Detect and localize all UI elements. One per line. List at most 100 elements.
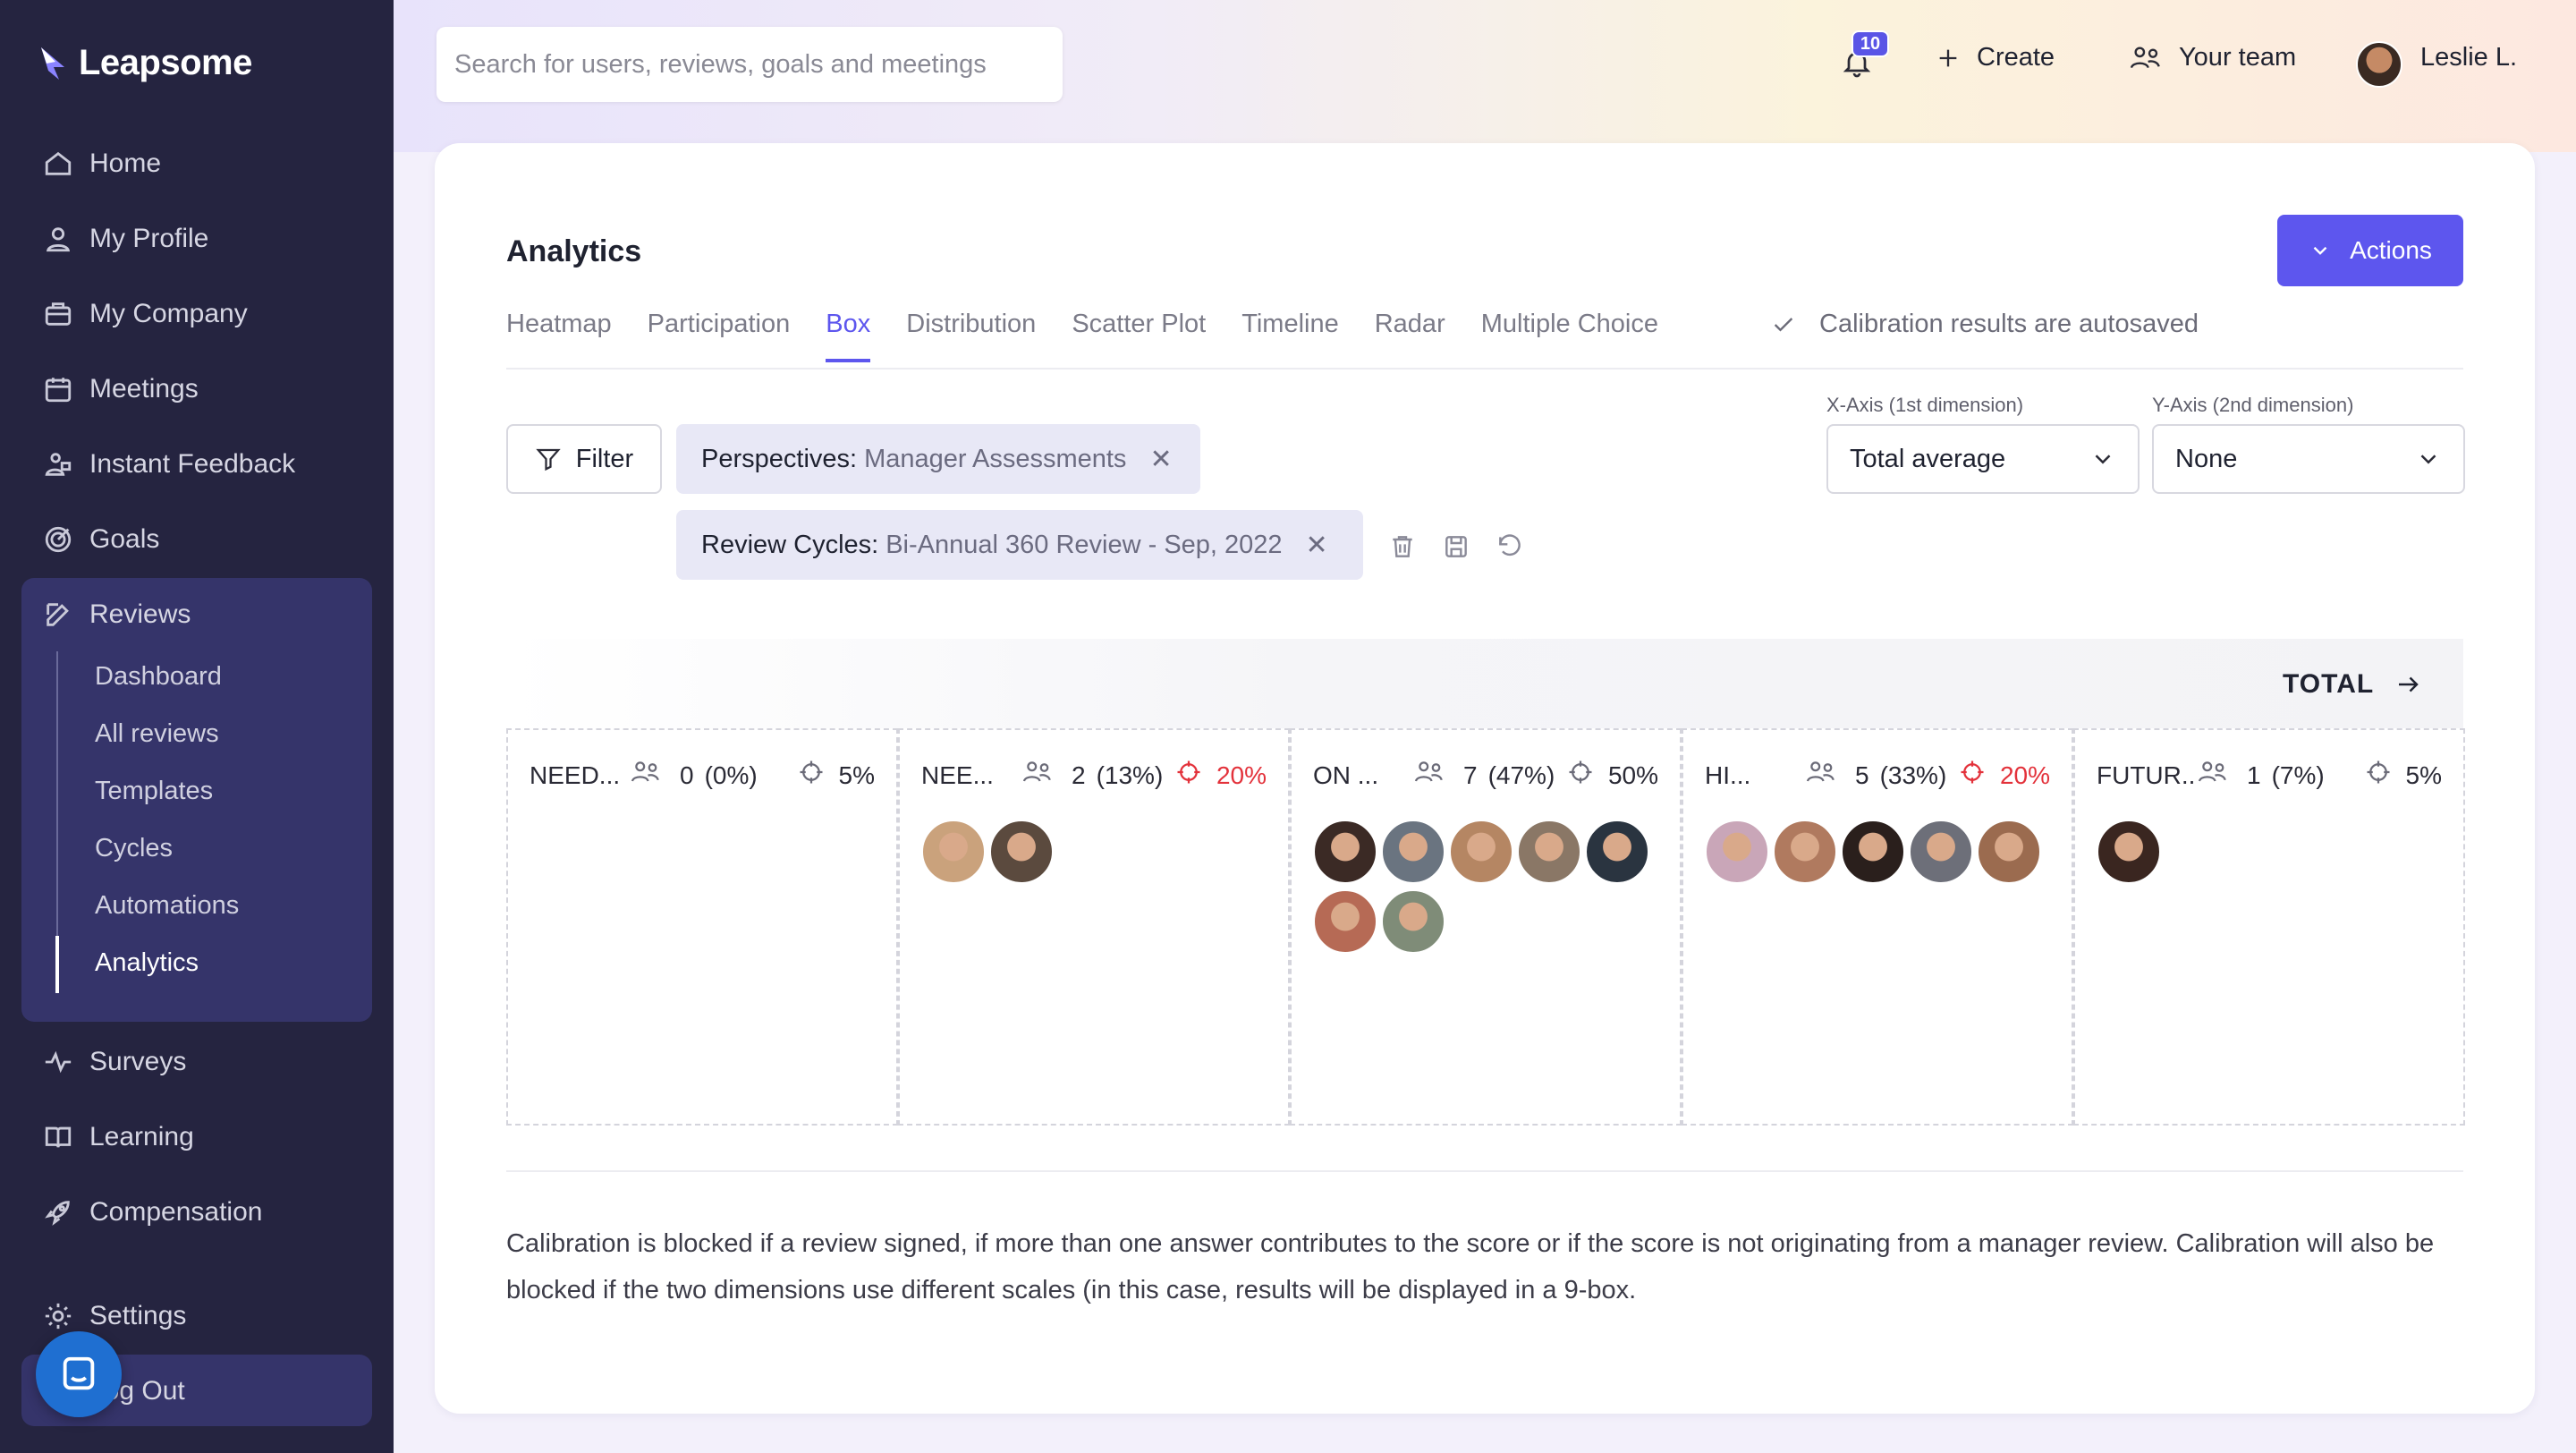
calibration-box[interactable]: ON ... 7 (47%) 50% <box>1290 728 1682 1126</box>
employee-avatar[interactable] <box>2097 820 2161 884</box>
tab-scatter-plot[interactable]: Scatter Plot <box>1072 310 1206 362</box>
sidebar-item-compensation[interactable]: Compensation <box>43 1190 262 1235</box>
employee-avatar[interactable] <box>921 820 986 884</box>
actions-button[interactable]: Actions <box>2277 215 2463 286</box>
employee-avatar[interactable] <box>1773 820 1837 884</box>
sidebar-item-label: Surveys <box>89 1047 187 1076</box>
save-filter-button[interactable] <box>1442 531 1470 566</box>
filter-chip-review-cycles[interactable]: Review Cycles: Bi-Annual 360 Review - Se… <box>676 510 1363 580</box>
box-label: ON ... <box>1313 760 1379 789</box>
box-percent: (0%) <box>704 760 758 789</box>
employee-avatar[interactable] <box>1909 820 1973 884</box>
sidebar-item-settings[interactable]: Settings <box>43 1294 186 1338</box>
group-icon <box>630 759 662 792</box>
box-avatars <box>2097 820 2454 884</box>
employee-avatar[interactable] <box>1705 820 1769 884</box>
user-icon <box>46 227 71 252</box>
user-avatar[interactable] <box>2356 41 2402 88</box>
x-axis-label: X-Axis (1st dimension) <box>1826 394 2024 416</box>
sidebar-item-label: My Company <box>89 299 248 328</box>
employee-avatar[interactable] <box>1313 889 1377 954</box>
tab-box[interactable]: Box <box>826 310 870 362</box>
crosshair-icon <box>2365 759 2392 792</box>
box-header: NEED... 0 (0%) 5% <box>530 759 875 792</box>
total-link[interactable]: TOTAL <box>2283 669 2422 700</box>
subitem-templates[interactable]: Templates <box>95 777 213 806</box>
calendar-icon <box>45 378 72 403</box>
your-team-label: Your team <box>2179 43 2297 72</box>
employee-avatar[interactable] <box>1449 820 1513 884</box>
leapsome-logo[interactable]: Leapsome <box>38 43 252 83</box>
tab-multiple-choice[interactable]: Multiple Choice <box>1481 310 1658 362</box>
tabs-divider <box>506 368 2463 370</box>
box-target-value: 5% <box>838 760 875 789</box>
box-count: 5 <box>1855 760 1869 789</box>
subitem-all-reviews[interactable]: All reviews <box>95 719 219 749</box>
y-axis-select[interactable]: None <box>2152 424 2465 494</box>
tab-participation[interactable]: Participation <box>648 310 791 362</box>
box-target: 5% <box>798 759 875 792</box>
tab-radar[interactable]: Radar <box>1375 310 1445 362</box>
chat-launcher-button[interactable] <box>36 1331 122 1417</box>
employee-avatar[interactable] <box>1381 889 1445 954</box>
undo-icon <box>1499 534 1521 557</box>
subitem-dashboard[interactable]: Dashboard <box>95 662 222 692</box>
reset-filter-button[interactable] <box>1496 531 1524 566</box>
sidebar-item-home[interactable]: Home <box>43 141 161 186</box>
filter-chip-perspectives[interactable]: Perspectives: Manager Assessments ✕ <box>676 424 1200 494</box>
sidebar-item-goals[interactable]: Goals <box>43 517 159 562</box>
your-team-button[interactable]: Your team <box>2129 43 2296 72</box>
filter-icon <box>536 448 561 472</box>
calibration-box[interactable]: NEE... 2 (13%) 20% <box>898 728 1290 1126</box>
subitem-cycles[interactable]: Cycles <box>95 834 173 863</box>
employee-avatar[interactable] <box>1585 820 1649 884</box>
subitem-analytics[interactable]: Analytics <box>95 948 199 978</box>
subitem-automations[interactable]: Automations <box>95 891 239 921</box>
sidebar-item-my-profile[interactable]: My Profile <box>43 217 208 261</box>
box-target-value: 50% <box>1607 760 1658 789</box>
plus-icon <box>1939 49 1957 66</box>
autosave-status: Calibration results are autosaved <box>1771 310 2199 339</box>
box-header: ON ... 7 (47%) 50% <box>1313 759 1658 792</box>
box-label: HI... <box>1705 760 1751 789</box>
employee-avatar[interactable] <box>1841 820 1905 884</box>
sidebar-item-label: Learning <box>89 1122 194 1151</box>
calibration-box[interactable]: HI... 5 (33%) 20% <box>1682 728 2073 1126</box>
tab-timeline[interactable]: Timeline <box>1241 310 1339 362</box>
sidebar-item-surveys[interactable]: Surveys <box>43 1040 186 1084</box>
sidebar-item-label: Home <box>89 149 162 178</box>
crosshair-icon <box>1959 759 1986 792</box>
create-button[interactable]: Create <box>1936 43 2055 72</box>
search-input[interactable] <box>454 49 1063 80</box>
sidebar-item-meetings[interactable]: Meetings <box>43 367 199 412</box>
box-target: 50% <box>1567 759 1658 792</box>
global-search[interactable] <box>436 27 1063 102</box>
user-menu[interactable]: Leslie L. <box>2420 43 2517 72</box>
actions-label: Actions <box>2350 236 2432 264</box>
calibration-box[interactable]: NEED... 0 (0%) 5% <box>506 728 898 1126</box>
logo-mark-icon <box>41 47 64 80</box>
tab-distribution[interactable]: Distribution <box>906 310 1036 362</box>
home-icon <box>45 151 72 175</box>
box-label: NEED... <box>530 760 621 789</box>
employee-avatar[interactable] <box>989 820 1054 884</box>
employee-avatar[interactable] <box>1313 820 1377 884</box>
sidebar-item-my-company[interactable]: My Company <box>43 292 248 336</box>
sidebar-item-learning[interactable]: Learning <box>43 1115 194 1160</box>
close-icon[interactable]: ✕ <box>1149 444 1172 475</box>
create-label: Create <box>1977 43 2055 72</box>
group-icon <box>1805 759 1837 792</box>
employee-avatar[interactable] <box>1977 820 2041 884</box>
employee-avatar[interactable] <box>1381 820 1445 884</box>
delete-filter-button[interactable] <box>1388 531 1417 566</box>
filter-button[interactable]: Filter <box>506 424 662 494</box>
close-icon[interactable]: ✕ <box>1306 530 1328 561</box>
sidebar-item-instant-feedback[interactable]: Instant Feedback <box>43 442 295 487</box>
sidebar-item-label: Settings <box>89 1301 187 1330</box>
employee-avatar[interactable] <box>1517 820 1581 884</box>
calibration-box[interactable]: FUTUR... 1 (7%) 5% <box>2073 728 2465 1126</box>
x-axis-select[interactable]: Total average <box>1826 424 2140 494</box>
sidebar-item-reviews[interactable]: Reviews <box>43 592 191 637</box>
tab-heatmap[interactable]: Heatmap <box>506 310 612 362</box>
box-target: 20% <box>1959 759 2050 792</box>
